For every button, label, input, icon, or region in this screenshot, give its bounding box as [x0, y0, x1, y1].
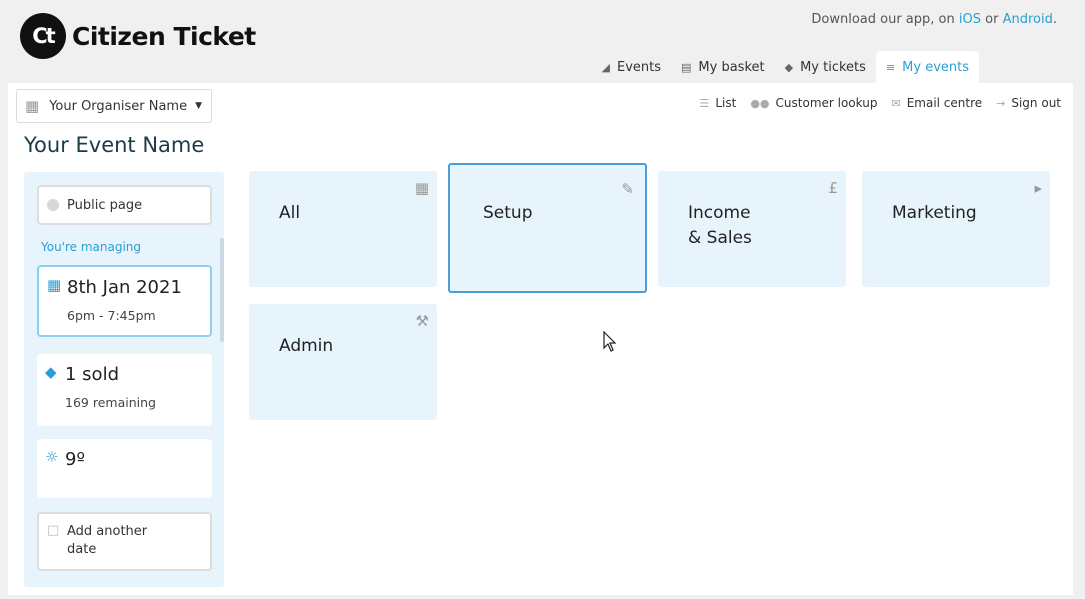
caret-down-icon: ▼ [195, 101, 203, 111]
add-another-date-button[interactable]: □ Add another date [37, 512, 212, 571]
tag-icon: ◢ [601, 60, 610, 74]
app-promo-text: Download our app, on [811, 12, 955, 27]
organiser-name: Your Organiser Name [49, 98, 188, 114]
event-sidebar: Public page You're managing ▦ 8th Jan 20… [24, 172, 224, 587]
tile-admin[interactable]: ⚒ Admin [249, 304, 437, 420]
bullhorn-icon: ▸ [1034, 179, 1042, 197]
managing-label: You're managing [41, 240, 142, 254]
logo-text: Citizen Ticket [72, 21, 256, 51]
sign-out-link[interactable]: → Sign out [996, 96, 1061, 110]
envelope-icon: ✉ [891, 96, 901, 110]
weather-temperature: 9º [65, 449, 85, 470]
tab-events[interactable]: ◢ Events [592, 51, 671, 83]
utility-links: ☰ List ●● Customer lookup ✉ Email centre… [685, 96, 1061, 110]
tab-my-basket[interactable]: ▤ My basket [671, 51, 775, 83]
tile-admin-label: Admin [279, 336, 334, 356]
tickets-sold-card[interactable]: ◆ 1 sold 169 remaining [37, 354, 212, 426]
logo-mark: Ct [20, 13, 66, 59]
sidebar-scrollbar[interactable] [220, 238, 224, 342]
tab-my-tickets-label: My tickets [800, 59, 866, 75]
ios-link[interactable]: iOS [959, 12, 981, 27]
organiser-dropdown[interactable]: ▦ Your Organiser Name ▼ [16, 89, 212, 123]
tile-setup-label: Setup [483, 203, 533, 223]
sun-icon: ☼ [45, 448, 59, 466]
tile-setup[interactable]: ✎ Setup [448, 163, 647, 293]
tile-all-label: All [279, 203, 301, 223]
gavel-icon: ⚒ [415, 312, 429, 330]
email-centre-link[interactable]: ✉ Email centre [891, 96, 982, 110]
event-date: 8th Jan 2021 [67, 277, 182, 298]
add-another-date-label: Add another date [67, 524, 148, 557]
list-link-label: List [715, 96, 737, 110]
tile-income-sales-label: Income & Sales [688, 203, 752, 248]
sign-out-label: Sign out [1011, 96, 1061, 110]
tab-my-tickets[interactable]: ◆ My tickets [775, 51, 876, 83]
customer-lookup-link[interactable]: ●● Customer lookup [750, 96, 877, 110]
event-title: Your Event Name [24, 133, 205, 157]
customer-lookup-label: Customer lookup [775, 96, 878, 110]
users-icon: ●● [750, 96, 770, 110]
globe-icon [47, 199, 59, 211]
public-page-button[interactable]: Public page [37, 185, 212, 225]
email-centre-label: Email centre [906, 96, 983, 110]
list-icon: ☰ [699, 96, 710, 110]
main-panel: ▦ Your Organiser Name ▼ ☰ List ●● Custom… [8, 83, 1073, 595]
citizen-ticket-logo[interactable]: Ct Citizen Ticket [20, 13, 256, 59]
tab-my-events-label: My events [902, 59, 969, 75]
ticket-icon: ◆ [45, 363, 57, 381]
tickets-sold: 1 sold [65, 364, 119, 385]
tile-marketing[interactable]: ▸ Marketing [862, 171, 1050, 287]
tab-my-events[interactable]: ≡ My events [875, 51, 979, 83]
wrench-icon: ✎ [621, 180, 634, 198]
tile-income-sales[interactable]: £ Income & Sales [658, 171, 846, 287]
tile-all[interactable]: ▦ All [249, 171, 437, 287]
tab-my-basket-label: My basket [698, 59, 765, 75]
app-promo-dot: . [1052, 12, 1057, 27]
calendar-plus-icon: □ [47, 523, 60, 538]
app-promo-or: or [985, 12, 999, 27]
tickets-remaining: 169 remaining [65, 395, 156, 410]
building-icon: ▦ [25, 97, 40, 115]
tile-marketing-label: Marketing [892, 203, 977, 223]
weather-card: ☼ 9º [37, 439, 212, 498]
android-link[interactable]: Android [1003, 12, 1053, 27]
sliders-icon: ≡ [885, 60, 896, 74]
app-download-promo: Download our app, on iOS or Android. [811, 12, 1057, 27]
event-time: 6pm - 7:45pm [67, 308, 156, 323]
grid-icon: ▦ [414, 179, 429, 197]
event-date-card[interactable]: ▦ 8th Jan 2021 6pm - 7:45pm [37, 265, 212, 337]
ticket-icon: ◆ [784, 60, 794, 74]
sign-out-icon: → [996, 96, 1006, 110]
mouse-cursor-icon [603, 331, 617, 352]
list-link[interactable]: ☰ List [699, 96, 736, 110]
basket-icon: ▤ [681, 60, 692, 74]
main-nav-tabs: ◢ Events ▤ My basket ◆ My tickets ≡ My e… [592, 51, 979, 83]
calendar-icon: ▦ [47, 276, 62, 294]
public-page-label: Public page [67, 197, 143, 213]
pound-icon: £ [828, 179, 838, 197]
tab-events-label: Events [617, 59, 662, 75]
